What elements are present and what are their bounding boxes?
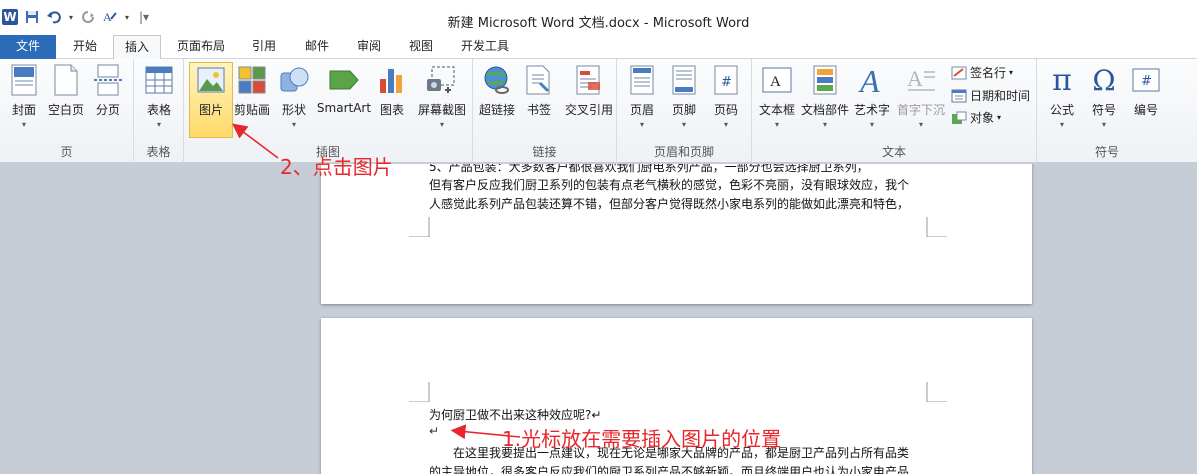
annotation-step-2: 2、点击图片 bbox=[280, 155, 393, 179]
annotation-step-1: 1.光标放在需要插入图片的位置 bbox=[502, 427, 782, 451]
annotation-arrows bbox=[232, 123, 521, 440]
arrow-to-picture bbox=[232, 123, 279, 159]
